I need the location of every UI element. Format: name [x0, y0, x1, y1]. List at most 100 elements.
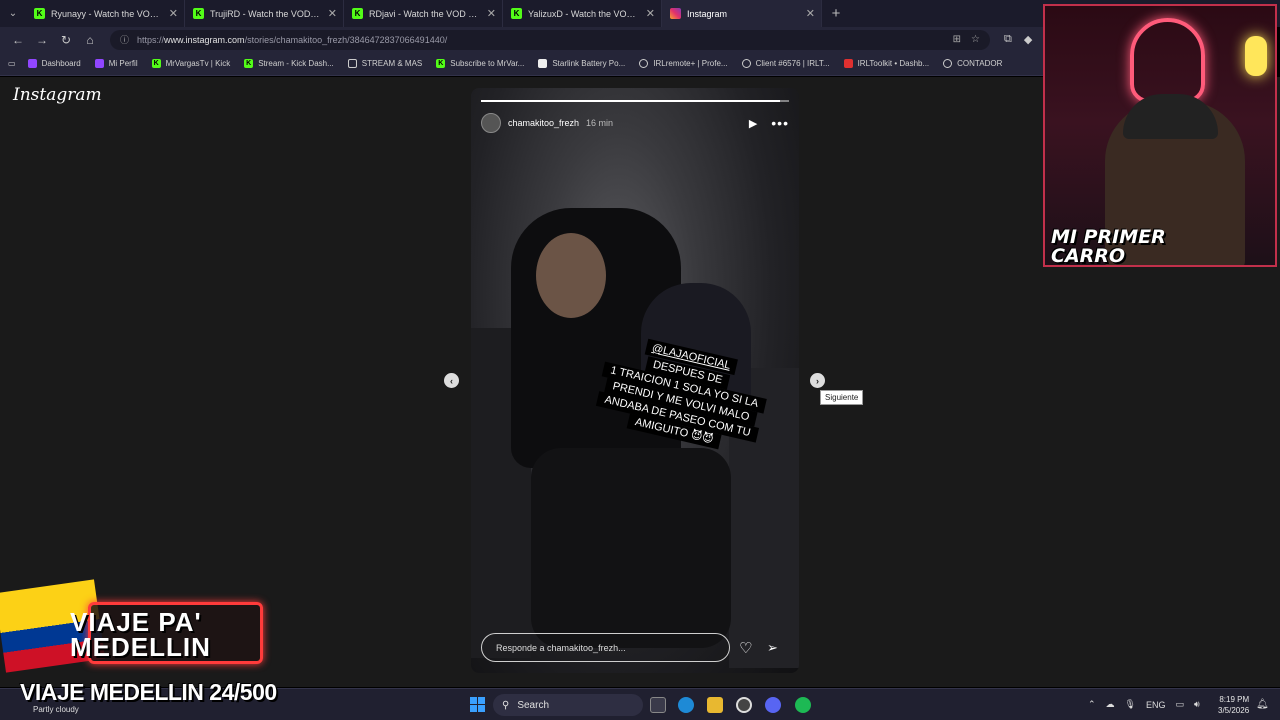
bookmark-dashboard[interactable]: Dashboard — [27, 59, 81, 68]
forward-arrow-icon[interactable]: → — [30, 33, 54, 47]
promo-text: VIAJE PA' MEDELLIN — [70, 607, 211, 662]
next-story-button[interactable]: › — [810, 373, 825, 388]
bookmark-irlremote[interactable]: IRLremote+ | Profe... — [639, 59, 728, 68]
story-header: chamakitoo_frezh 16 min ▶ ••• — [481, 112, 789, 134]
extension-diamond-icon[interactable]: ◆ — [1024, 33, 1032, 46]
globe-icon — [639, 59, 649, 68]
bookmark-mi-perfil[interactable]: Mi Perfil — [94, 59, 138, 68]
bookmarks-bar: ▭ Dashboard Mi Perfil K MrVargasTv | Kick… — [0, 52, 1045, 76]
instagram-logo[interactable]: Instagram — [13, 85, 102, 105]
tab-title: Instagram — [687, 8, 728, 19]
display-icon[interactable]: ▭ — [1176, 699, 1185, 710]
irltoolkit-icon — [843, 59, 853, 68]
volume-icon[interactable]: 🔊︎ — [1194, 699, 1200, 710]
tab-title: Ryunayy - Watch the VOD on Kick — [51, 8, 163, 19]
tab-list-chevron-icon[interactable]: ⌄ — [0, 0, 26, 27]
clock-time: 8:19 PM — [1219, 695, 1250, 704]
folder-icon — [347, 59, 357, 68]
twitch-icon — [27, 59, 37, 68]
bookmark-contador[interactable]: CONTADOR — [943, 59, 1002, 68]
promo-overlay: VIAJE PA' MEDELLIN — [0, 578, 265, 673]
tab-rdjavi[interactable]: K RDjavi - Watch the VOD on Kick ✕ — [344, 0, 503, 27]
tab-title: YalizuxD - Watch the VOD on Kick — [528, 8, 640, 19]
close-tab-icon[interactable]: ✕ — [487, 7, 496, 20]
bookmark-irltoolkit[interactable]: IRLToolkit • Dashb... — [843, 59, 929, 68]
bookmark-stream-mas[interactable]: STREAM & MAS — [347, 59, 422, 68]
bookmark-mrvargastv-kick[interactable]: K MrVargasTv | Kick — [151, 59, 230, 68]
close-tab-icon[interactable]: ✕ — [646, 7, 655, 20]
kick-icon: K — [34, 8, 45, 19]
extensions-icon[interactable]: ⧉ — [1004, 33, 1012, 46]
discord-icon[interactable] — [765, 697, 781, 713]
tab-title: TrujiRD - Watch the VOD on Kick — [210, 8, 322, 19]
send-icon[interactable]: ➢ — [767, 640, 778, 656]
reply-input[interactable]: Responde a chamakitoo_frezh... — [481, 633, 730, 662]
kick-icon: K — [436, 59, 446, 68]
bookmark-stream-kick-dash[interactable]: K Stream - Kick Dash... — [244, 59, 334, 68]
story-username[interactable]: chamakitoo_frezh — [508, 118, 579, 128]
more-options-icon[interactable]: ••• — [771, 115, 789, 131]
weather-widget[interactable]: Partly cloudy — [33, 705, 79, 714]
clock-date: 3/5/2026 — [1218, 706, 1250, 715]
kick-icon: K — [244, 59, 254, 68]
story-progress-fill — [481, 100, 780, 102]
photo-person-1-head — [536, 233, 606, 318]
story-progress-bar — [481, 100, 789, 102]
tab-title: RDjavi - Watch the VOD on Kick — [369, 8, 481, 19]
file-explorer-icon[interactable] — [707, 697, 723, 713]
avatar[interactable] — [481, 113, 501, 133]
next-tooltip: Siguiente — [820, 390, 864, 405]
app-available-icon[interactable]: ⊞ — [953, 34, 961, 45]
tab-ryunayy[interactable]: K Ryunayy - Watch the VOD on Kick ✕ — [26, 0, 185, 27]
network-tray-icon[interactable]: ☁ — [1106, 699, 1115, 710]
language-indicator[interactable]: ENG — [1146, 700, 1166, 710]
kick-icon: K — [352, 8, 363, 19]
new-tab-button[interactable]: + — [822, 5, 850, 22]
close-tab-icon[interactable]: ✕ — [328, 7, 337, 20]
spotify-icon[interactable] — [795, 697, 811, 713]
clock[interactable]: 8:19 PM 3/5/2026 — [1218, 694, 1249, 716]
tab-yalizuxd[interactable]: K YalizuxD - Watch the VOD on Kick ✕ — [503, 0, 662, 27]
reload-icon[interactable]: ↻ — [54, 33, 78, 47]
site-info-icon[interactable]: ⓘ — [120, 33, 129, 46]
task-view-icon[interactable] — [650, 697, 666, 713]
notification-bell-icon[interactable]: 🔔︎ — [1256, 699, 1269, 710]
url-field[interactable]: ⓘ https://www.instagram.com/stories/cham… — [110, 29, 990, 50]
bookmark-starlink[interactable]: Starlink Battery Po... — [538, 59, 625, 68]
taskbar-search[interactable]: ⚲ Search — [493, 694, 643, 716]
chevron-up-icon[interactable]: ⌃ — [1088, 699, 1096, 710]
streamer-cap — [1123, 94, 1218, 139]
home-icon[interactable]: ⌂ — [78, 33, 102, 47]
story-viewer[interactable]: chamakitoo_frezh 16 min ▶ ••• @LAJAOFICI… — [471, 88, 799, 673]
heart-icon[interactable]: ♡ — [739, 639, 752, 657]
tab-trujird[interactable]: K TrujiRD - Watch the VOD on Kick ✕ — [185, 0, 344, 27]
microphone-icon[interactable]: 🎙︎ — [1125, 699, 1136, 710]
obs-icon[interactable] — [736, 697, 752, 713]
globe-icon — [741, 59, 751, 68]
kick-icon: K — [511, 8, 522, 19]
kick-icon: K — [193, 8, 204, 19]
kick-icon: K — [151, 59, 161, 68]
edge-icon[interactable] — [678, 697, 694, 713]
favorite-star-icon[interactable]: ☆ — [971, 34, 980, 45]
bookmark-subscribe[interactable]: K Subscribe to MrVar... — [436, 59, 524, 68]
close-tab-icon[interactable]: ✕ — [806, 7, 815, 20]
photo-legs — [531, 448, 731, 648]
tab-instagram[interactable]: Instagram ✕ — [662, 0, 822, 27]
close-tab-icon[interactable]: ✕ — [169, 7, 178, 20]
back-arrow-icon[interactable]: ← — [6, 33, 30, 47]
system-tray: ⌃ ☁ 🎙︎ ENG ▭ 🔊︎ — [1088, 699, 1200, 710]
previous-story-button[interactable]: ‹ — [444, 373, 459, 388]
story-age: 16 min — [586, 118, 614, 128]
search-icon: ⚲ — [502, 699, 510, 711]
start-button[interactable] — [470, 697, 485, 712]
banana-lamp — [1245, 36, 1267, 76]
page-icon — [538, 59, 548, 68]
bookmarks-menu-icon[interactable]: ▭ — [8, 59, 16, 68]
piggy-icon — [943, 59, 953, 68]
play-icon[interactable]: ▶ — [749, 117, 757, 130]
goal-text: VIAJE MEDELLIN 24/500 — [20, 679, 277, 705]
instagram-icon — [670, 8, 681, 19]
bookmark-client[interactable]: Client #6576 | IRLT... — [741, 59, 830, 68]
webcam-overlay: MI PRIMER CARRO — [1043, 4, 1277, 267]
